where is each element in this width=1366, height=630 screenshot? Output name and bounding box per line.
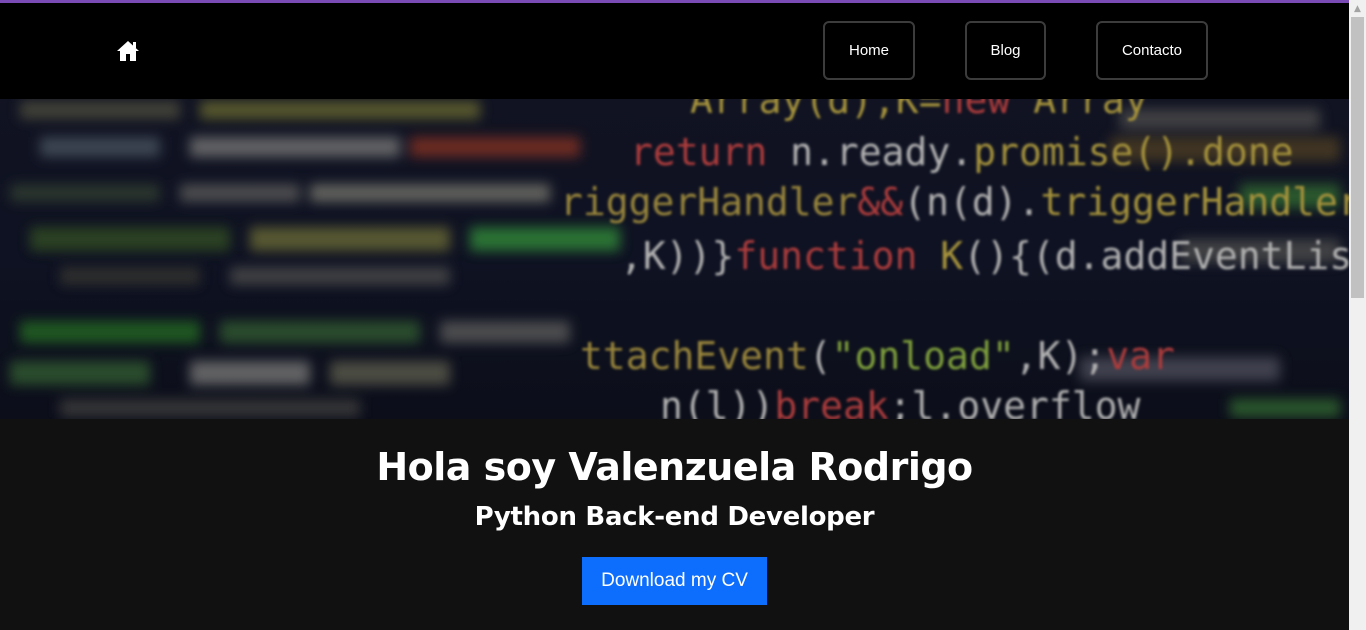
page-title: Hola soy Valenzuela Rodrigo <box>0 445 1349 489</box>
nav-contact-button[interactable]: Contacto <box>1096 21 1208 80</box>
download-cv-button[interactable]: Download my CV <box>582 557 767 605</box>
hero-code-image: Array(d),K=new Array return n.ready.prom… <box>0 99 1349 419</box>
intro-section: Hola soy Valenzuela Rodrigo Python Back-… <box>0 419 1349 630</box>
nav-blog-button[interactable]: Blog <box>965 21 1046 80</box>
scroll-up-arrow-icon[interactable]: ▲ <box>1349 0 1366 17</box>
greeting-text: Hola soy <box>376 445 569 489</box>
vertical-scrollbar[interactable]: ▲ <box>1349 0 1366 630</box>
role-subtitle: Python Back-end Developer <box>474 502 875 532</box>
nav-home-button[interactable]: Home <box>823 21 915 80</box>
scrollbar-thumb[interactable] <box>1351 17 1364 298</box>
hero-overlay <box>0 99 1349 419</box>
author-name: Valenzuela Rodrigo <box>568 445 973 489</box>
home-icon[interactable] <box>116 40 140 62</box>
navbar: Home Blog Contacto <box>0 3 1349 99</box>
